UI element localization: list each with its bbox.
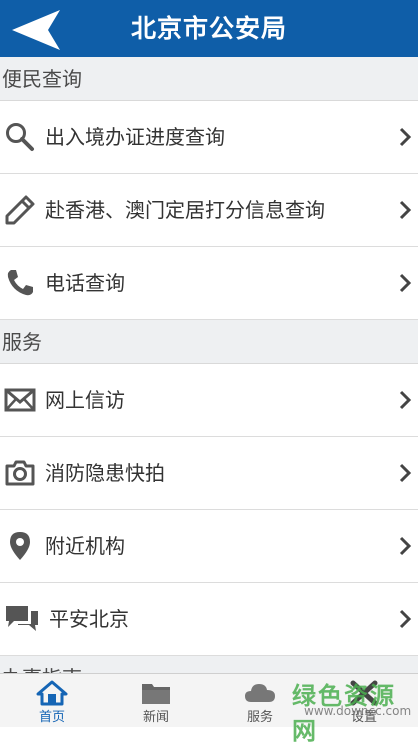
pencil-icon xyxy=(5,195,35,225)
camera-icon xyxy=(5,460,35,486)
chevron-right-icon xyxy=(399,536,412,556)
tab-label: 服务 xyxy=(246,710,273,725)
list-item-label: 网上信访 xyxy=(45,388,125,412)
mail-icon xyxy=(4,388,36,412)
phone-icon xyxy=(7,270,34,296)
tab-label: 设置 xyxy=(350,710,377,725)
chevron-right-icon xyxy=(399,463,412,483)
list-item-safe-beijing[interactable]: 平安北京 xyxy=(0,583,418,656)
section-header-services: 服务 xyxy=(0,320,418,364)
list-item-exit-entry-progress[interactable]: 出入境办证进度查询 xyxy=(0,101,418,174)
chevron-right-icon xyxy=(399,609,412,629)
location-pin-icon xyxy=(10,532,30,560)
cloud-icon xyxy=(245,684,275,702)
chat-icon xyxy=(6,606,38,631)
chevron-right-icon xyxy=(399,127,412,147)
tab-home[interactable]: 首页 xyxy=(0,674,104,728)
chevron-right-icon xyxy=(399,390,412,410)
app-header: 北京市公安局 xyxy=(0,0,418,57)
list-item-label: 平安北京 xyxy=(49,607,129,631)
list-item-label: 附近机构 xyxy=(45,534,125,558)
list-item-nearby-agencies[interactable]: 附近机构 xyxy=(0,510,418,583)
list-item-label: 出入境办证进度查询 xyxy=(45,125,225,149)
list-item-label: 电话查询 xyxy=(45,271,125,295)
folder-icon xyxy=(142,684,170,704)
section-header-guide: 办事指南 xyxy=(0,656,418,673)
page-title: 北京市公安局 xyxy=(130,14,287,43)
list-item-phone-query[interactable]: 电话查询 xyxy=(0,247,418,320)
list-item-online-petition[interactable]: 网上信访 xyxy=(0,364,418,437)
search-icon xyxy=(6,123,34,151)
list-item-label: 消防隐患快拍 xyxy=(45,461,165,485)
tab-news[interactable]: 新闻 xyxy=(104,674,208,728)
bottom-tab-bar: 首页 新闻 服务 设置 xyxy=(0,673,418,727)
chevron-right-icon xyxy=(399,200,412,220)
tab-services[interactable]: 服务 xyxy=(208,674,312,728)
tab-settings[interactable]: 设置 xyxy=(312,674,416,728)
home-icon xyxy=(36,680,68,706)
tools-icon xyxy=(350,680,378,706)
section-header-convenience: 便民查询 xyxy=(0,57,418,101)
menu-list[interactable]: 便民查询 出入境办证进度查询 赴香港、澳门定居打分信息查询 电话查询 服务 网上… xyxy=(0,57,418,673)
tab-label: 新闻 xyxy=(142,710,169,725)
list-item-fire-hazard-photo[interactable]: 消防隐患快拍 xyxy=(0,437,418,510)
list-item-label: 赴香港、澳门定居打分信息查询 xyxy=(45,198,325,222)
list-item-hk-macau-score[interactable]: 赴香港、澳门定居打分信息查询 xyxy=(0,174,418,247)
chevron-right-icon xyxy=(399,273,412,293)
tab-label: 首页 xyxy=(38,710,65,725)
